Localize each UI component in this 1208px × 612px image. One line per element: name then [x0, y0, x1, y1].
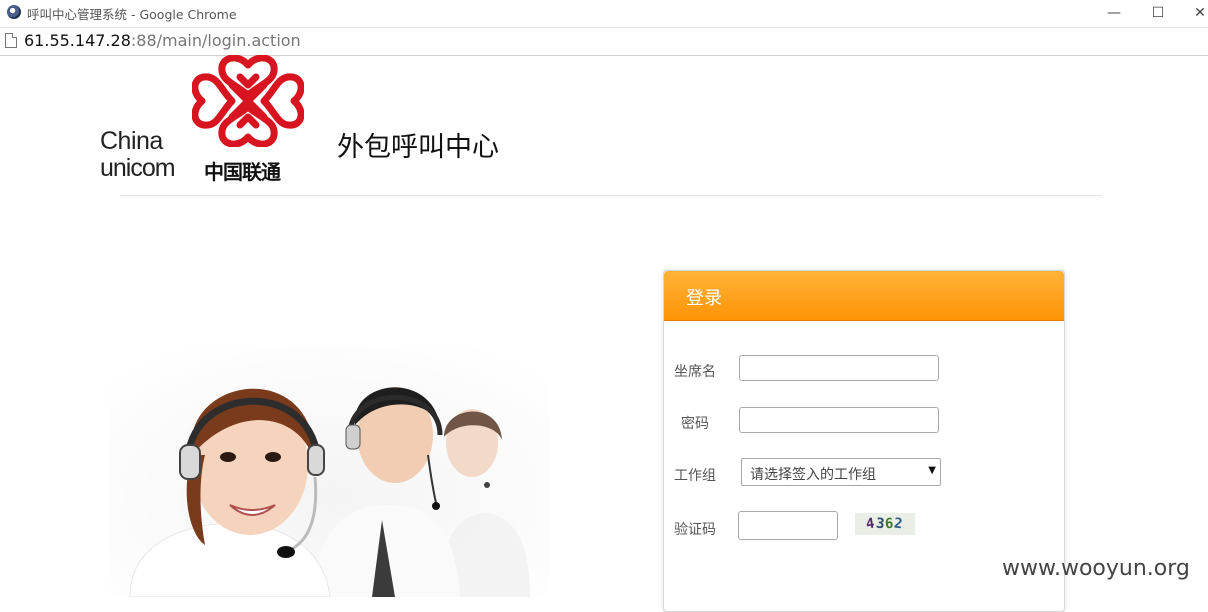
url-text[interactable]: 61.55.147.28:88/main/login.action [24, 31, 301, 50]
call-center-agents-image [110, 345, 550, 597]
url-host: 61.55.147.28 [24, 31, 131, 50]
login-panel-header: 登录 [664, 271, 1064, 321]
password-input[interactable] [739, 407, 939, 433]
captcha-label: 验证码 [674, 522, 716, 538]
workgroup-label: 工作组 [674, 468, 716, 484]
captcha-char: 2 [893, 515, 905, 533]
chrome-app-icon [7, 5, 21, 19]
logo-unicom-text: unicom [100, 154, 176, 182]
watermark-text: www.wooyun.org [1002, 556, 1190, 581]
logo-china-text: China [100, 127, 163, 155]
logo-chinese-text: 中国联通 [204, 160, 281, 184]
header-divider [120, 195, 1102, 196]
workgroup-select[interactable]: 请选择签入的工作组 ▼ [741, 458, 941, 486]
agent-name-input[interactable] [739, 355, 939, 381]
dropdown-arrow-icon: ▼ [928, 465, 936, 476]
maximize-button[interactable]: ☐ [1135, 0, 1181, 26]
url-path: :88/main/login.action [130, 31, 301, 50]
window-title: 呼叫中心管理系统 - Google Chrome [27, 7, 237, 22]
workgroup-selected-value: 请选择签入的工作组 [750, 467, 876, 483]
login-title: 登录 [686, 288, 722, 309]
window-titlebar: 呼叫中心管理系统 - Google Chrome — ☐ ✕ [0, 0, 1208, 26]
site-title: 外包呼叫中心 [337, 132, 499, 163]
page-icon [5, 33, 17, 48]
china-unicom-logo: China unicom 中国联通 [96, 55, 306, 185]
password-label: 密码 [681, 416, 709, 432]
close-button[interactable]: ✕ [1177, 0, 1208, 26]
minimize-button[interactable]: — [1091, 0, 1137, 26]
captcha-image[interactable]: 4 3 6 2 [855, 513, 915, 535]
captcha-input[interactable] [738, 511, 838, 540]
agent-name-label: 坐席名 [674, 364, 716, 380]
address-bar[interactable]: 61.55.147.28:88/main/login.action [0, 27, 1208, 56]
unicom-knot-logo-icon [192, 55, 304, 147]
